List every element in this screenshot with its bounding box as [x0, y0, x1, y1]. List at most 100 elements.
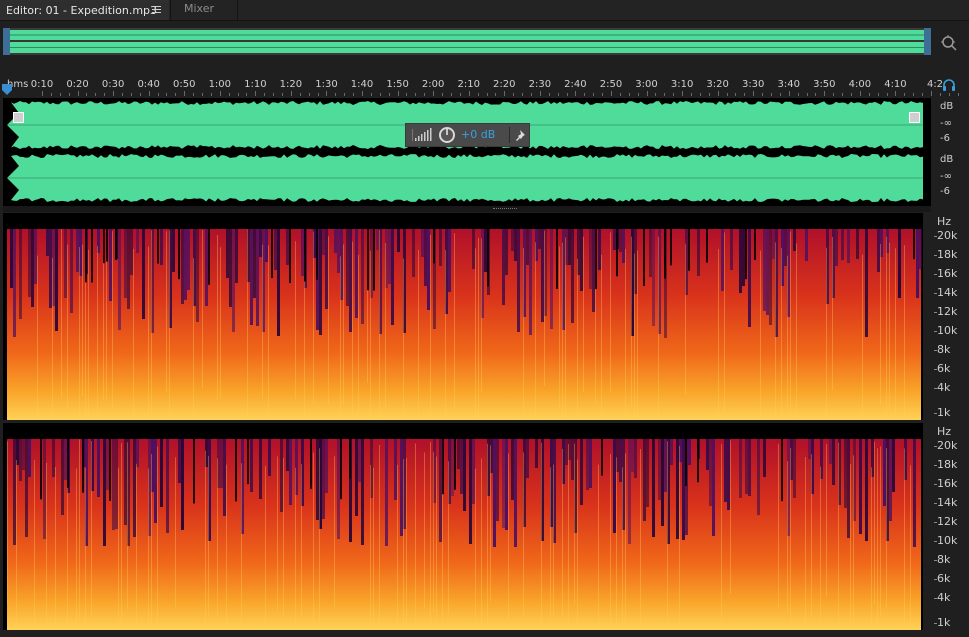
ruler-tick-label: 2:20	[493, 79, 516, 90]
ruler-tick-label: 0:30	[101, 79, 125, 90]
ruler-tick-label: 3:20	[706, 79, 729, 90]
ruler-tick-label: 4:10	[884, 79, 907, 90]
ruler-tick	[593, 93, 595, 96]
ruler-tick	[619, 93, 621, 96]
ruler-tick-label: 2:30	[528, 79, 552, 90]
ruler-tick	[290, 91, 292, 96]
hz-label: 10k	[937, 324, 958, 337]
playhead-icon[interactable]	[2, 84, 12, 96]
pin-icon[interactable]	[516, 130, 526, 141]
ruler-tick	[770, 93, 772, 96]
ruler-tick-label: 3:30	[741, 79, 765, 90]
time-ruler[interactable]: hms 0:10 0:20 0:30 0:40 0:50 1:00 1:10 1:20 1:30…	[3, 76, 959, 96]
ruler-tick-label: 1:00	[208, 79, 232, 90]
ruler-tick	[708, 93, 710, 96]
db-label: dB	[940, 101, 954, 112]
ruler-tick	[806, 93, 808, 96]
hz-tick	[934, 503, 937, 504]
spectral-view-left[interactable]	[3, 213, 923, 420]
view-splitter[interactable]	[3, 206, 931, 212]
fade-in-handle[interactable]	[13, 112, 24, 123]
hz-tick	[934, 413, 937, 414]
hz-label: 8k	[937, 553, 951, 566]
ruler-tick	[42, 91, 43, 96]
ruler-tick-label: 0:50	[173, 79, 196, 90]
ruler-tick	[886, 93, 888, 96]
hz-tick	[934, 388, 937, 389]
fade-out-handle[interactable]	[909, 112, 920, 123]
hz-label: 18k	[937, 248, 958, 261]
db-minus6: -6	[940, 133, 950, 144]
audio-editor: Editor: 01 - Expedition.mp3 Mixer hms 0:…	[0, 0, 969, 637]
ruler-tick	[299, 93, 301, 96]
hz-scale-right: Hz 20k 18k 16k 14k 12k 10k 8k 6k 4k 1k	[934, 423, 966, 630]
ruler-tick	[237, 93, 239, 96]
hz-label: 10k	[937, 534, 958, 547]
ruler-tick	[95, 93, 97, 96]
hz-tick	[934, 623, 937, 624]
ruler-tick	[753, 91, 755, 96]
ruler-tick	[655, 93, 657, 96]
ruler-tick	[379, 93, 381, 96]
ruler-tick	[130, 93, 132, 96]
tab-editor[interactable]: Editor: 01 - Expedition.mp3	[0, 0, 169, 20]
ruler-tick	[762, 93, 764, 96]
spectral-view-right[interactable]	[3, 423, 923, 630]
ruler-tick	[842, 93, 844, 96]
hz-tick	[934, 579, 937, 580]
zoom-icon[interactable]	[940, 34, 958, 52]
headphone-icon[interactable]	[942, 78, 956, 92]
ruler-tick	[424, 93, 426, 96]
hz-tick	[934, 274, 937, 275]
overview-waveform	[10, 30, 924, 53]
ruler-tick	[797, 93, 799, 96]
hud-divider	[509, 127, 510, 143]
ruler-tick	[664, 93, 666, 96]
waveform-view[interactable]	[3, 98, 931, 206]
ruler-tick-label: 3:40	[777, 79, 800, 90]
ruler-tick	[282, 93, 284, 96]
ruler-tick	[370, 93, 372, 96]
overview-navigator[interactable]	[3, 28, 931, 55]
waveform-channel-right[interactable]	[3, 152, 931, 204]
ruler-tick	[50, 93, 52, 96]
ruler-tick	[859, 91, 861, 96]
ruler-tick	[904, 93, 906, 96]
ruler-tick	[850, 93, 852, 96]
gain-hud[interactable]: +0 dB	[405, 123, 530, 147]
overview-left-handle[interactable]	[3, 28, 10, 55]
ruler-tick	[735, 93, 737, 96]
ruler-tick-label: 0:10	[30, 79, 54, 90]
hz-label: Hz	[937, 215, 952, 228]
tab-menu-icon[interactable]	[152, 6, 161, 15]
ruler-tick	[353, 93, 355, 96]
ruler-tick	[877, 93, 879, 96]
ruler-tick	[530, 93, 532, 96]
overview-right-handle[interactable]	[924, 28, 931, 55]
ruler-tick	[468, 91, 470, 96]
ruler-tick-label: 1:20	[279, 79, 303, 90]
gain-knob-icon[interactable]	[438, 126, 456, 144]
ruler-tick	[513, 93, 515, 96]
hz-tick	[934, 236, 937, 237]
ruler-tick	[673, 93, 675, 96]
ruler-tick	[584, 93, 586, 96]
ruler-tick-label: 2:00	[421, 79, 445, 90]
ruler-tick	[326, 91, 328, 96]
hz-tick	[934, 293, 937, 294]
ruler-tick	[362, 91, 364, 96]
tab-mixer[interactable]: Mixer	[170, 0, 238, 20]
ruler-tick	[344, 93, 346, 96]
hz-scale-left: Hz 20k 18k 16k 14k 12k 10k 8k 6k 4k 1k	[934, 213, 966, 420]
ruler-tick	[948, 93, 950, 96]
ruler-tick	[228, 93, 230, 96]
hz-tick	[934, 369, 937, 370]
ruler-tick-label: 0:40	[137, 79, 160, 90]
ruler-tick	[255, 91, 257, 96]
ruler-tick	[477, 93, 479, 96]
waveform-right	[3, 154, 931, 202]
ruler-tick	[833, 93, 835, 96]
ruler-tick	[726, 93, 728, 96]
ruler-tick	[202, 93, 204, 96]
tab-mixer-label: Mixer	[184, 2, 215, 15]
